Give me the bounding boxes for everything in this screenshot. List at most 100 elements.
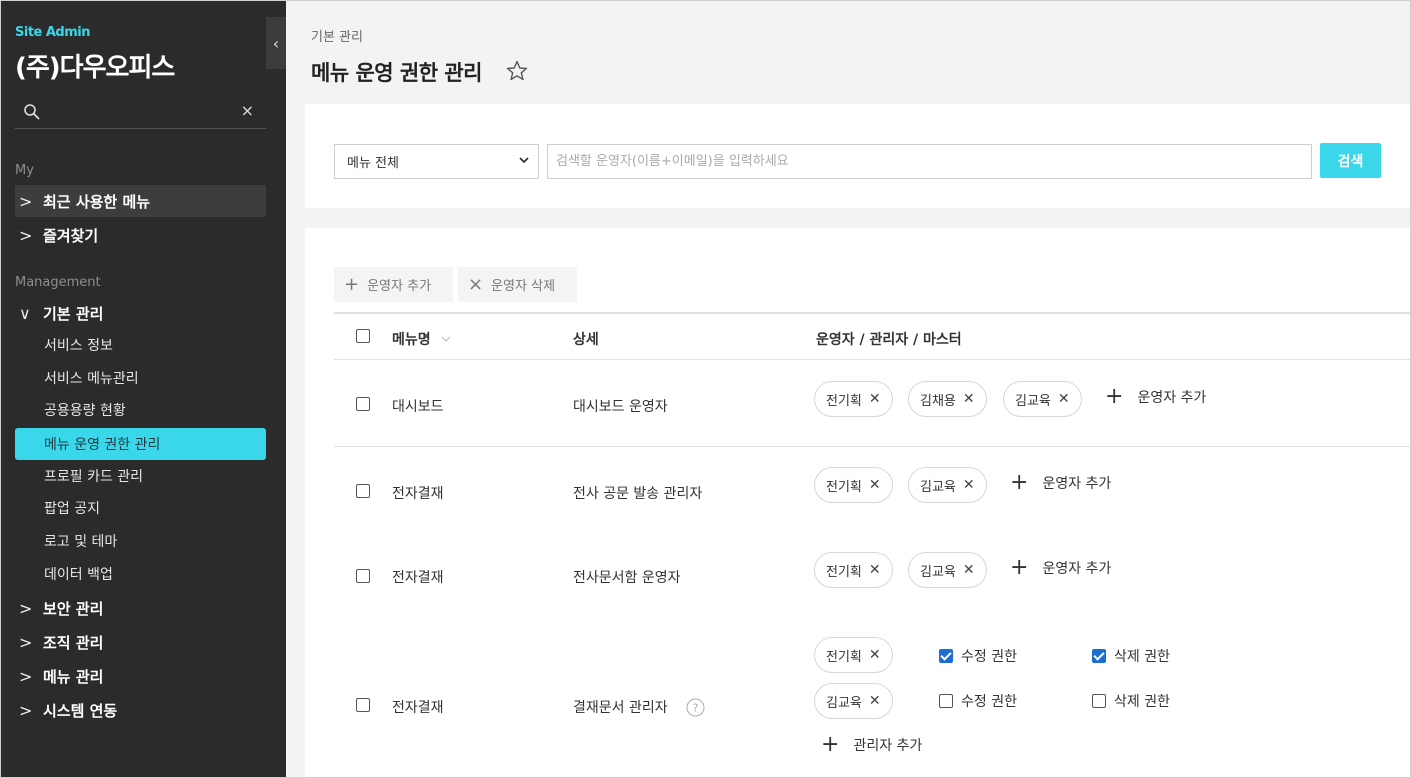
sub-item-data-backup[interactable]: 데이터 백업 bbox=[15, 558, 266, 590]
remove-chip-icon[interactable]: ✕ bbox=[963, 562, 975, 578]
column-header-operators: 운영자 / 관리자 / 마스터 bbox=[816, 332, 962, 348]
plus-icon: + bbox=[821, 732, 840, 757]
plus-icon: + bbox=[1105, 384, 1124, 409]
edit-permission-checkbox[interactable] bbox=[939, 694, 953, 708]
app-frame: Site Admin (주)다우오피스 ‹ × My > 최근 사용한 메뉴 >… bbox=[0, 0, 1411, 778]
operator-chip: 김교육 ✕ bbox=[1003, 381, 1082, 417]
remove-chip-icon[interactable]: ✕ bbox=[869, 693, 881, 709]
help-icon[interactable]: ? bbox=[686, 698, 705, 717]
search-icon bbox=[24, 104, 40, 120]
operator-chip: 전기획 ✕ bbox=[814, 467, 893, 503]
remove-chip-icon[interactable]: ✕ bbox=[963, 477, 975, 493]
delete-permission-toggle[interactable]: 삭제 권한 bbox=[1092, 691, 1170, 711]
close-icon: × bbox=[468, 274, 484, 295]
delete-permission-checkbox[interactable] bbox=[1092, 649, 1106, 663]
sub-item-service-info[interactable]: 서비스 정보 bbox=[15, 329, 266, 361]
row-checkbox[interactable] bbox=[356, 698, 370, 712]
sub-item-profile-card[interactable]: 프로필 카드 관리 bbox=[15, 460, 266, 492]
nav-label: 기본 관리 bbox=[43, 304, 104, 323]
delete-permission-checkbox[interactable] bbox=[1092, 694, 1106, 708]
breadcrumb[interactable]: 기본 관리 bbox=[311, 26, 363, 45]
table-header-bottom-border bbox=[334, 359, 1410, 360]
delete-operator-button[interactable]: × 운영자 삭제 bbox=[458, 267, 577, 302]
sub-item-service-menu[interactable]: 서비스 메뉴관리 bbox=[15, 362, 266, 394]
column-header-detail: 상세 bbox=[573, 332, 599, 348]
nav-label: 보안 관리 bbox=[43, 599, 104, 618]
edit-permission-checkbox[interactable] bbox=[939, 649, 953, 663]
add-operator-link[interactable]: + 운영자 추가 bbox=[1010, 472, 1111, 494]
button-label: 운영자 삭제 bbox=[491, 279, 556, 294]
sub-item-menu-permissions[interactable]: 메뉴 운영 권한 관리 bbox=[15, 428, 266, 460]
nav-label: 즐겨찾기 bbox=[43, 226, 99, 245]
remove-chip-icon[interactable]: ✕ bbox=[869, 647, 881, 663]
sort-chevron-icon bbox=[441, 336, 450, 342]
select-all-checkbox[interactable] bbox=[356, 329, 370, 343]
delete-permission-toggle[interactable]: 삭제 권한 bbox=[1092, 646, 1170, 666]
chevron-down-icon: ∨ bbox=[19, 303, 31, 323]
section-label-my: My bbox=[15, 163, 34, 178]
row-checkbox[interactable] bbox=[356, 569, 370, 583]
nav-label: 조직 관리 bbox=[43, 633, 104, 652]
nav-recent-menus[interactable]: > 최근 사용한 메뉴 bbox=[15, 185, 266, 217]
clear-search-icon[interactable]: × bbox=[241, 101, 254, 120]
sidebar-search-input[interactable] bbox=[51, 101, 231, 123]
menu-filter-select[interactable]: 메뉴 전체 bbox=[334, 144, 539, 179]
nav-basic-management[interactable]: ∨ 기본 관리 bbox=[15, 297, 266, 329]
add-operator-link[interactable]: + 운영자 추가 bbox=[1105, 386, 1206, 408]
edit-permission-toggle[interactable]: 수정 권한 bbox=[939, 691, 1017, 711]
nav-label: 메뉴 관리 bbox=[43, 667, 104, 686]
remove-chip-icon[interactable]: ✕ bbox=[869, 477, 881, 493]
nav-favorites[interactable]: > 즐겨찾기 bbox=[15, 219, 266, 251]
plus-icon: + bbox=[344, 274, 360, 295]
nav-system-integration[interactable]: > 시스템 연동 bbox=[15, 694, 266, 726]
nav-organization[interactable]: > 조직 관리 bbox=[15, 626, 266, 658]
remove-chip-icon[interactable]: ✕ bbox=[869, 391, 881, 407]
search-button[interactable]: 검색 bbox=[1320, 143, 1381, 178]
manager-chip: 김교육 ✕ bbox=[814, 683, 893, 719]
sub-item-popup-notice[interactable]: 팝업 공지 bbox=[15, 492, 266, 524]
remove-chip-icon[interactable]: ✕ bbox=[1058, 391, 1070, 407]
remove-chip-icon[interactable]: ✕ bbox=[869, 562, 881, 578]
sub-item-logo-theme[interactable]: 로고 및 테마 bbox=[15, 525, 266, 557]
nav-label: 최근 사용한 메뉴 bbox=[43, 192, 151, 211]
add-manager-link[interactable]: + 관리자 추가 bbox=[821, 734, 922, 756]
nav-security[interactable]: > 보안 관리 bbox=[15, 592, 266, 624]
chevron-right-icon: > bbox=[19, 632, 33, 652]
row-menu-name: 전자결재 bbox=[392, 700, 444, 716]
operator-chip: 김교육 ✕ bbox=[908, 552, 987, 588]
button-label: 운영자 추가 bbox=[367, 279, 432, 294]
row-detail: 결재문서 관리자 bbox=[573, 700, 668, 716]
add-operator-button[interactable]: + 운영자 추가 bbox=[334, 267, 453, 302]
sidebar-collapse-button[interactable]: ‹ bbox=[266, 17, 286, 69]
section-label-management: Management bbox=[15, 275, 101, 290]
chevron-down-icon bbox=[519, 157, 529, 164]
operator-chip: 김채용 ✕ bbox=[908, 381, 987, 417]
plus-icon: + bbox=[1010, 555, 1029, 580]
row-detail: 전사문서함 운영자 bbox=[573, 570, 681, 586]
column-header-menu[interactable]: 메뉴명 bbox=[392, 329, 452, 349]
manager-chip: 전기획 ✕ bbox=[814, 637, 893, 673]
site-admin-tag: Site Admin bbox=[15, 25, 91, 40]
remove-chip-icon[interactable]: ✕ bbox=[963, 391, 975, 407]
select-value: 메뉴 전체 bbox=[347, 156, 399, 171]
company-name: (주)다우오피스 bbox=[15, 53, 175, 83]
row-menu-name: 전자결재 bbox=[392, 570, 444, 586]
chevron-right-icon: > bbox=[19, 598, 33, 618]
chevron-right-icon: > bbox=[19, 666, 33, 686]
operator-search-input[interactable] bbox=[547, 144, 1312, 179]
row-checkbox[interactable] bbox=[356, 484, 370, 498]
row-menu-name: 전자결재 bbox=[392, 486, 444, 502]
sidebar: Site Admin (주)다우오피스 ‹ × My > 최근 사용한 메뉴 >… bbox=[1, 1, 286, 777]
chevron-left-icon: ‹ bbox=[272, 33, 280, 53]
add-operator-link[interactable]: + 운영자 추가 bbox=[1010, 557, 1111, 579]
operator-chip: 전기획 ✕ bbox=[814, 381, 893, 417]
star-icon[interactable] bbox=[505, 59, 529, 83]
row-checkbox[interactable] bbox=[356, 397, 370, 411]
nav-menu-management[interactable]: > 메뉴 관리 bbox=[15, 660, 266, 692]
edit-permission-toggle[interactable]: 수정 권한 bbox=[939, 646, 1017, 666]
row-detail: 전사 공문 발송 관리자 bbox=[573, 486, 703, 502]
table-header-top-border bbox=[334, 312, 1410, 314]
page-title: 메뉴 운영 권한 관리 bbox=[311, 61, 483, 85]
sub-item-shared-storage[interactable]: 공용용량 현황 bbox=[15, 394, 266, 426]
operator-chip: 김교육 ✕ bbox=[908, 467, 987, 503]
